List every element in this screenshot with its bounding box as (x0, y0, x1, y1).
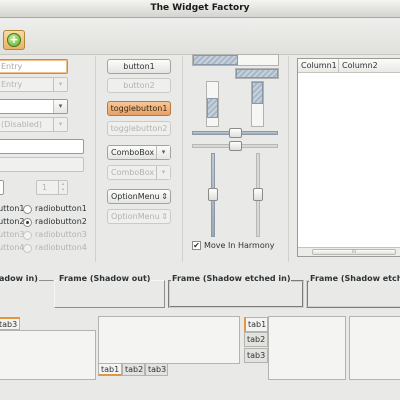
up-down-arrow-icon: ⇕ (161, 192, 168, 201)
optionmenu-1-label: OptionMenu (111, 192, 160, 201)
chevron-down-icon: ▾ (156, 166, 170, 179)
radio-button-2[interactable] (23, 218, 32, 227)
radio-label-button4: button4 (0, 243, 25, 252)
progress-fill (193, 55, 238, 65)
radio-label-radiobutton2: radiobutton2 (35, 217, 87, 226)
chevron-down-icon: ▾ (53, 78, 67, 91)
notebook3-tab2[interactable]: tab2 (244, 332, 268, 347)
button1[interactable]: button1 (107, 59, 171, 74)
togglebutton2: togglebutton2 (107, 121, 171, 136)
column-header-1[interactable]: Column1 (298, 59, 339, 73)
notebook3-pane (268, 316, 346, 380)
frame-shadow-in-label: adow in) (0, 274, 39, 283)
optionmenu-2: OptionMenu ⇕ (107, 209, 171, 224)
radio-label-radiobutton1: radiobutton1 (35, 204, 87, 213)
move-in-harmony-checkbox[interactable]: ✔ (192, 241, 201, 250)
notebook3-tab1[interactable]: tab1 (244, 317, 268, 332)
progress-bar-h1 (192, 54, 279, 66)
progress-bar-h2 (235, 68, 279, 79)
radio-label-radiobutton3: radiobutton3 (35, 230, 87, 239)
combo-entry[interactable]: ▾ (0, 99, 68, 114)
notebook2-tab3[interactable]: tab3 (145, 363, 168, 376)
notebook2-tab2[interactable]: tab2 (122, 363, 145, 376)
chevron-down-icon: ▾ (53, 118, 67, 131)
progress-fill (252, 82, 263, 104)
notebook1-pane (0, 330, 96, 380)
notebook4-pane (349, 316, 400, 380)
plain-entry-disabled (0, 157, 84, 172)
vscale-1-handle[interactable] (208, 188, 218, 201)
text-entry[interactable]: Entry (0, 59, 68, 74)
frame-shadow-etched-in (168, 280, 304, 308)
button2: button2 (107, 78, 171, 93)
checkmark-icon: ✔ (193, 241, 200, 250)
add-icon: + (7, 33, 21, 47)
column-header-2[interactable]: Column2 (339, 59, 400, 73)
togglebutton1[interactable]: togglebutton1 (107, 101, 171, 116)
hscale-2-handle[interactable] (229, 141, 242, 151)
hscale-1-handle[interactable] (229, 128, 242, 138)
combobox-2: ComboBox ▾ (107, 165, 171, 180)
scrollbar-thumb[interactable]: III (312, 249, 396, 255)
move-in-harmony-label: Move In Harmony (204, 241, 275, 250)
radio-label-button2: button2 (0, 217, 25, 226)
combo-entry-disabled-value: (Disabled) (1, 120, 42, 129)
radio-button-4 (23, 244, 32, 253)
optionmenu-2-label: OptionMenu (111, 212, 160, 221)
column-separator (288, 56, 289, 262)
radio-label-radiobutton4: radiobutton4 (35, 243, 87, 252)
frame-shadow-out (54, 280, 165, 308)
frame-shadow-in (0, 280, 54, 308)
text-entry-value: Entry (1, 62, 23, 71)
frame-shadow-etched-out-label: Frame (Shadow etche (309, 274, 400, 283)
combo-entry-disabled: (Disabled) ▾ (0, 117, 68, 132)
radio-label-button3: button3 (0, 230, 25, 239)
chevron-down-icon: ▾ (156, 146, 170, 159)
column-separator (95, 56, 96, 262)
progress-fill (236, 69, 278, 78)
text-entry-disabled: Entry ▾ (0, 77, 68, 92)
frame-shadow-etched-in-label: Frame (Shadow etched in) (171, 274, 292, 283)
up-down-arrow-icon: ⇕ (161, 212, 168, 221)
window-title: The Widget Factory (150, 3, 250, 13)
chevron-down-icon[interactable]: ▾ (53, 100, 67, 113)
plain-entry[interactable] (0, 139, 84, 154)
combobox-2-label: ComboBox (111, 168, 155, 177)
radio-label-button1: button1 (0, 204, 25, 213)
frame-shadow-etched-out (306, 280, 400, 308)
toolbar: + (0, 19, 400, 55)
spin-button-disabled: 1 ▴ ▾ (36, 180, 68, 195)
spin-button-left[interactable] (0, 180, 4, 195)
spin-down-icon: ▾ (61, 187, 65, 193)
add-button[interactable]: + (3, 30, 25, 50)
notebook2-pane (98, 316, 240, 364)
notebook1-tab3[interactable]: tab3 (0, 317, 20, 330)
progress-bar-v2 (251, 81, 264, 127)
vscale-2-handle[interactable] (253, 188, 263, 201)
text-entry-disabled-value: Entry (1, 80, 23, 89)
combobox-1-label: ComboBox (111, 148, 155, 157)
window-titlebar[interactable]: The Widget Factory (0, 0, 400, 18)
progress-fill (207, 98, 218, 118)
radio-button-1[interactable] (23, 205, 32, 214)
frame-shadow-out-label: Frame (Shadow out) (58, 274, 152, 283)
notebook2-tab1[interactable]: tab1 (98, 363, 122, 376)
spin-value: 1 (42, 183, 48, 192)
radio-button-3 (23, 231, 32, 240)
column-separator (182, 56, 183, 262)
spin-arrows-icon: ▴ ▾ (58, 181, 67, 194)
combobox-1[interactable]: ComboBox ▾ (107, 145, 171, 160)
progress-bar-v1 (206, 81, 219, 127)
optionmenu-1[interactable]: OptionMenu ⇕ (107, 189, 171, 204)
notebook3-tab3[interactable]: tab3 (244, 348, 268, 363)
tree-view[interactable]: Column1 Column2 III (297, 58, 400, 257)
horizontal-scrollbar[interactable]: III (298, 247, 400, 256)
